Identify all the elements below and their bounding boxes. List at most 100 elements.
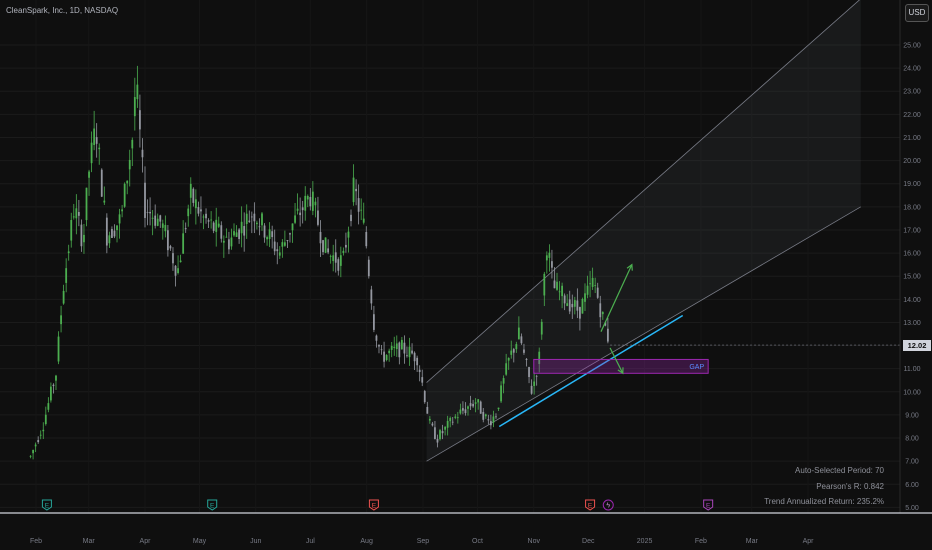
candle-body (85, 187, 88, 221)
candle-body (314, 201, 317, 206)
candle-body (566, 303, 569, 306)
candle-body (184, 228, 187, 230)
candle-body (350, 214, 352, 222)
time-tick-label: Mar (746, 538, 759, 545)
candle-body (192, 188, 195, 203)
candle-body (299, 212, 302, 216)
earnings-event-glyph: E (210, 502, 215, 509)
candle-body (144, 182, 146, 218)
candle-body (375, 335, 378, 341)
candle-body (431, 423, 434, 426)
candle-body (291, 223, 294, 231)
candle-body (304, 195, 307, 211)
candle-body (174, 265, 177, 276)
candle-body (233, 231, 235, 236)
candle-body (179, 260, 182, 263)
candle-body (200, 209, 202, 212)
time-tick-label: Oct (472, 538, 483, 545)
candle-body (250, 216, 253, 218)
price-tick-label: 21.00 (903, 135, 921, 142)
candle-body (151, 217, 154, 219)
stat-trend-return: Trend Annualized Return: 235.2% (764, 497, 884, 506)
candle-body (222, 240, 225, 243)
candle-body (49, 386, 52, 401)
candle-body (456, 417, 459, 419)
candle-body (434, 427, 436, 439)
candle-body (276, 249, 279, 252)
candle-body (571, 303, 574, 308)
time-tick-label: Aug (360, 538, 373, 545)
candle-body (268, 229, 271, 240)
candle-body (44, 414, 47, 425)
candle-body (388, 350, 391, 354)
price-tick-label: 20.00 (903, 158, 921, 165)
candle-body (512, 349, 515, 353)
candle-body (77, 212, 80, 216)
candle-body (126, 180, 129, 184)
price-tick-label: 15.00 (903, 274, 921, 281)
candle-body (497, 407, 500, 410)
price-tick-label: 18.00 (903, 204, 921, 211)
candle-body (210, 219, 213, 221)
candle-body (271, 231, 274, 238)
candle-body (345, 244, 347, 248)
candle-body (47, 403, 50, 410)
candle-body (278, 252, 281, 256)
candle-body (464, 409, 467, 414)
price-tick-label: 19.00 (903, 181, 921, 188)
price-tick-label: 5.00 (905, 505, 919, 512)
candle-body (337, 259, 340, 271)
candle-body (62, 290, 65, 304)
candle-body (484, 414, 487, 417)
candle-body (444, 426, 447, 430)
candle-body (197, 207, 200, 214)
candle-body (441, 431, 444, 434)
candle-body (128, 159, 131, 170)
time-tick-label: Nov (528, 538, 541, 545)
candle-body (189, 183, 192, 198)
candle-body (385, 354, 388, 360)
candle-body (327, 248, 330, 253)
price-tick-label: 11.00 (904, 366, 921, 373)
candle-body (545, 255, 548, 261)
symbol-title: CleanSpark, Inc., 1D, NASDAQ (6, 6, 119, 15)
candle-body (352, 177, 355, 203)
candle-body (139, 110, 141, 130)
currency-button[interactable]: USD (905, 4, 929, 22)
candle-body (93, 128, 96, 145)
time-tick-label: May (193, 538, 207, 545)
candle-body (551, 261, 553, 268)
time-tick-label: Sep (417, 538, 430, 545)
candle-body (408, 346, 411, 358)
candle-body (406, 355, 408, 357)
candle-body (217, 223, 220, 227)
earnings-event-glyph: E (588, 502, 593, 509)
candle-body (586, 285, 589, 295)
candle-body (403, 342, 406, 354)
candle-body (309, 197, 312, 207)
candle-body (225, 236, 228, 238)
candle-body (90, 142, 93, 164)
candle-body (421, 377, 424, 383)
candle-body (584, 293, 586, 302)
candle-body (294, 215, 296, 223)
candle-body (487, 419, 490, 421)
candle-body (390, 345, 393, 350)
candle-body (505, 363, 508, 375)
candle-body (100, 169, 103, 197)
candle-body (469, 403, 472, 407)
candle-body (462, 408, 464, 411)
candle-body (281, 242, 284, 247)
candle-body (133, 97, 136, 117)
price-tick-label: 7.00 (905, 459, 919, 466)
candle-body (492, 416, 495, 423)
candle-body (360, 209, 363, 211)
candle-body (347, 231, 350, 238)
candle-body (594, 285, 597, 286)
candle-body (105, 217, 108, 246)
candle-body (319, 231, 322, 244)
time-tick-label: 2025 (637, 538, 653, 545)
candle-body (88, 171, 90, 178)
price-tick-label: 13.00 (903, 320, 921, 327)
time-tick-label: Jun (250, 538, 261, 545)
